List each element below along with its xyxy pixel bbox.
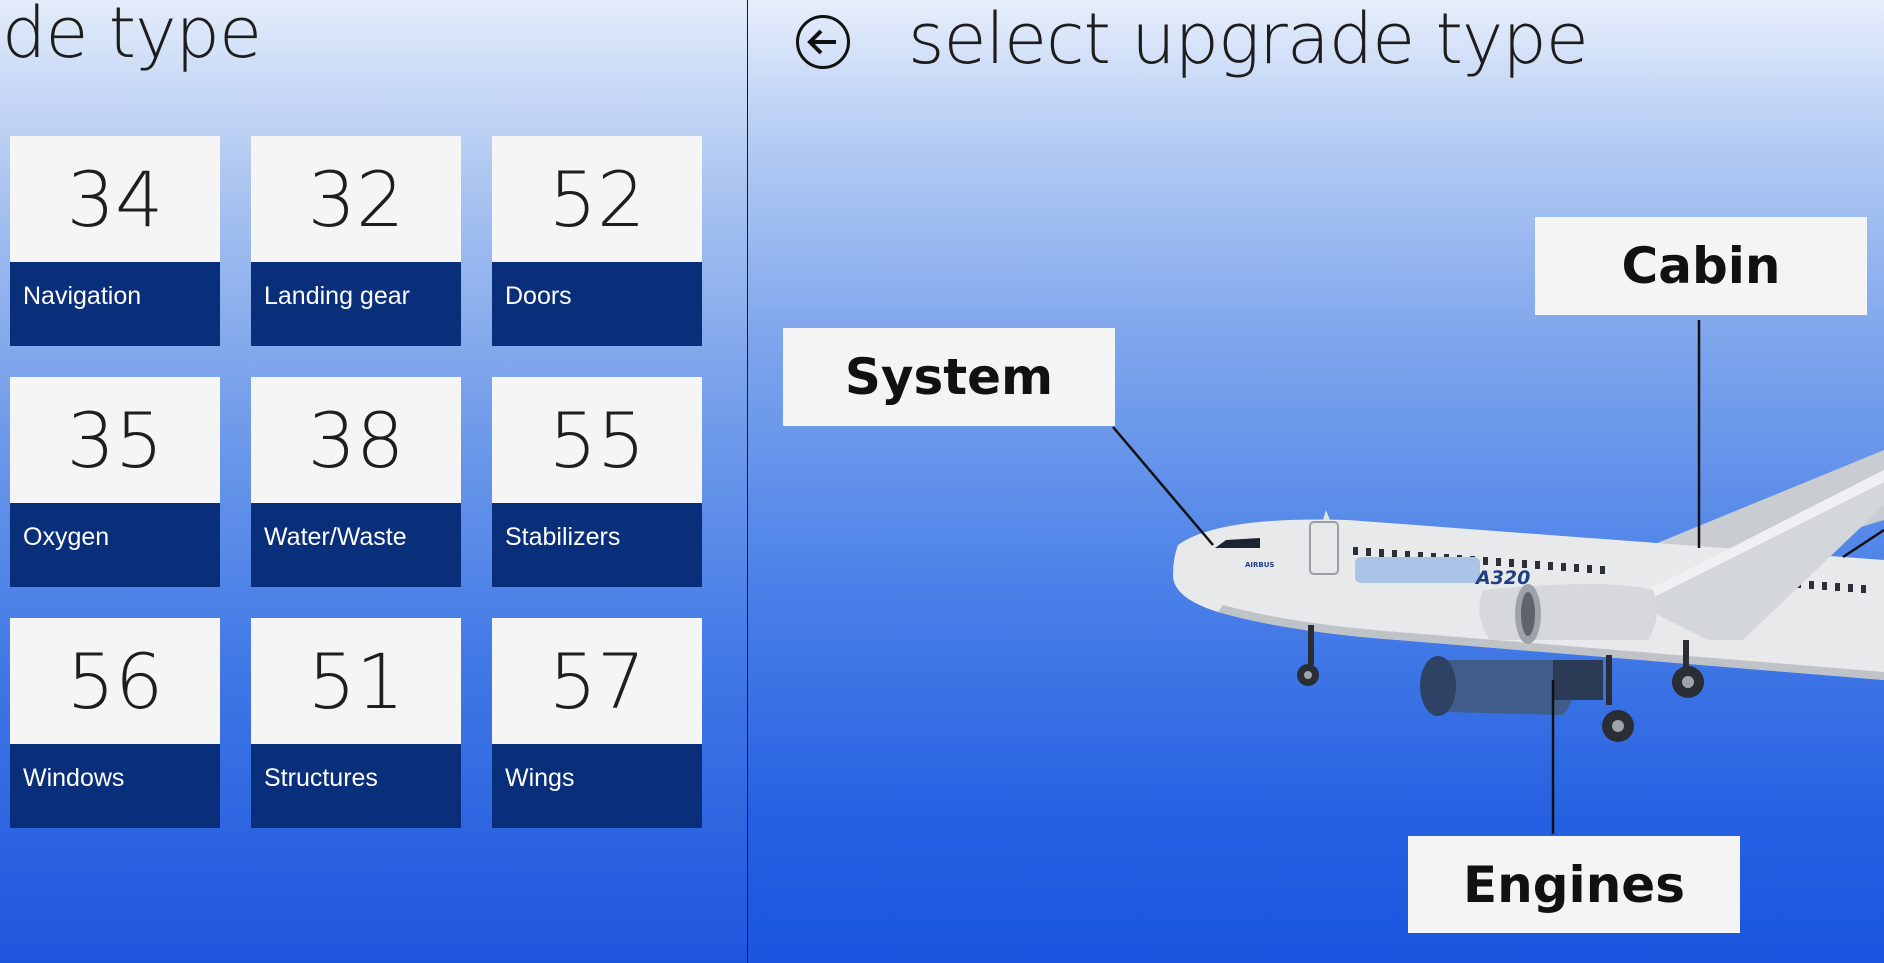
tile-label: Oxygen bbox=[23, 523, 110, 551]
tile-structures[interactable]: 51 Structures bbox=[251, 618, 461, 828]
tile-landing-gear[interactable]: 32 Landing gear bbox=[251, 136, 461, 346]
tile-number: 51 bbox=[251, 618, 461, 744]
tile-doors[interactable]: 52 Doors bbox=[492, 136, 702, 346]
callout-cabin[interactable]: Cabin bbox=[1535, 217, 1867, 315]
tile-number: 55 bbox=[492, 377, 702, 503]
tile-water-waste[interactable]: 38 Water/Waste bbox=[251, 377, 461, 587]
tile-label: Wings bbox=[505, 764, 575, 792]
tile-stabilizers[interactable]: 55 Stabilizers bbox=[492, 377, 702, 587]
aircraft-pane: select upgrade type A320 AIRBUS System C… bbox=[748, 0, 1884, 963]
tile-label: Navigation bbox=[23, 282, 142, 310]
tile-label: Water/Waste bbox=[264, 523, 407, 551]
page-title-partial: ade type bbox=[0, 0, 262, 74]
tile-number: 57 bbox=[492, 618, 702, 744]
near-engine bbox=[1479, 584, 1657, 644]
callout-system[interactable]: System bbox=[783, 328, 1115, 426]
tile-label: Windows bbox=[23, 764, 125, 792]
tile-oxygen[interactable]: 35 Oxygen bbox=[10, 377, 220, 587]
far-engine bbox=[1420, 656, 1603, 716]
tile-number: 34 bbox=[10, 136, 220, 262]
aircraft-brand-text: AIRBUS bbox=[1245, 561, 1274, 569]
aircraft-model-text: A320 bbox=[1474, 567, 1530, 589]
tile-number: 32 bbox=[251, 136, 461, 262]
tile-label: Doors bbox=[505, 282, 572, 310]
tile-number: 35 bbox=[10, 377, 220, 503]
tile-number: 52 bbox=[492, 136, 702, 262]
system-leader-line bbox=[1112, 426, 1214, 546]
callout-engines[interactable]: Engines bbox=[1408, 836, 1740, 933]
tile-windows[interactable]: 56 Windows bbox=[10, 618, 220, 828]
category-pane: ade type 34 Navigation 32 Landing gear 5… bbox=[0, 0, 747, 963]
nose-gear bbox=[1297, 625, 1319, 686]
tile-number: 38 bbox=[251, 377, 461, 503]
tile-label: Structures bbox=[264, 764, 378, 792]
tile-wings[interactable]: 57 Wings bbox=[492, 618, 702, 828]
tile-number: 56 bbox=[10, 618, 220, 744]
tile-label: Stabilizers bbox=[505, 523, 621, 551]
tile-label: Landing gear bbox=[264, 282, 410, 310]
tile-navigation[interactable]: 34 Navigation bbox=[10, 136, 220, 346]
aircraft-illustration: A320 AIRBUS bbox=[1112, 320, 1884, 834]
